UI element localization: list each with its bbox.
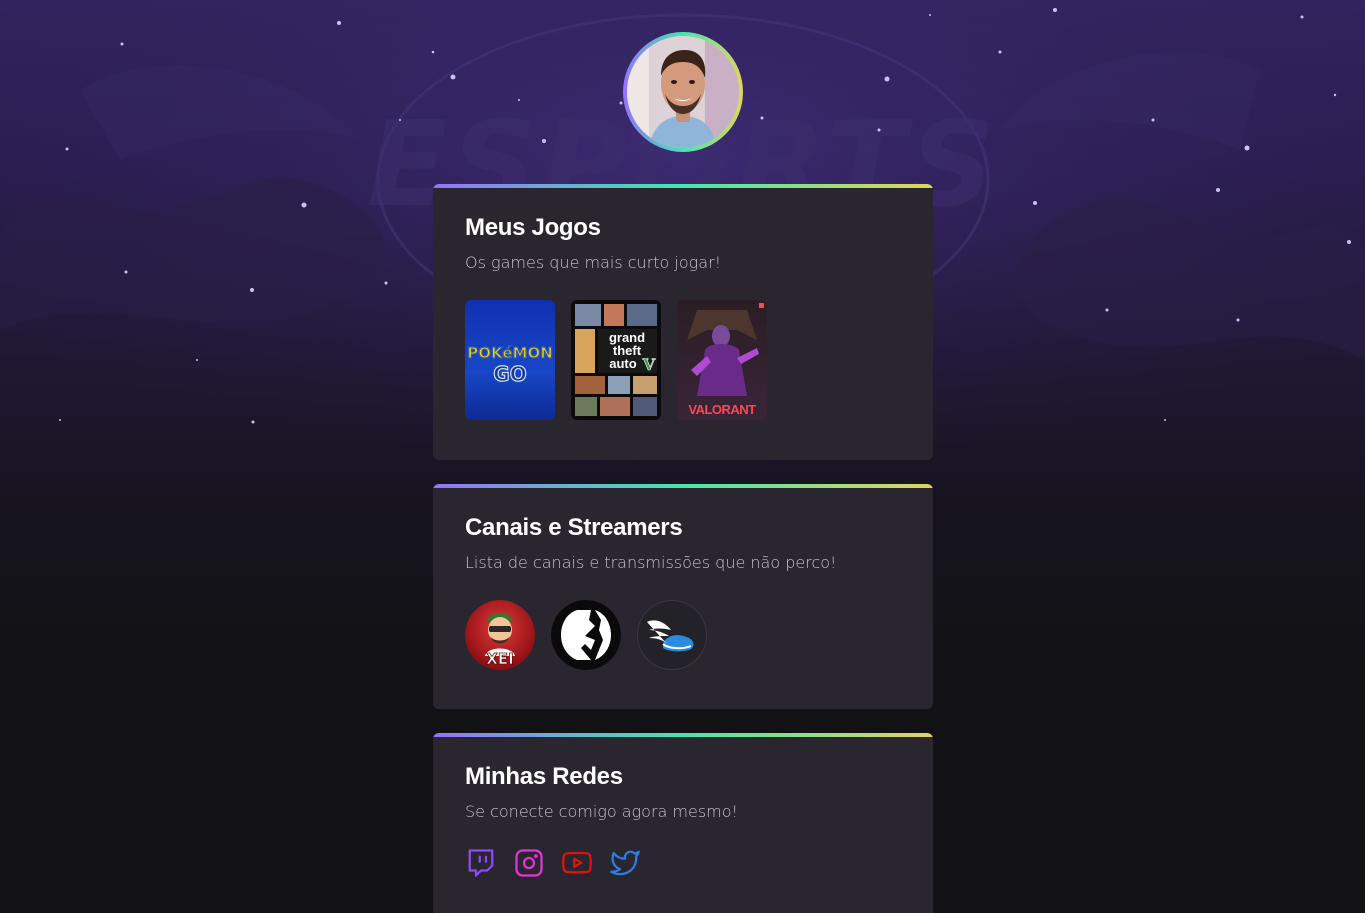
- social-title: Minhas Redes: [465, 763, 623, 790]
- twitter-link[interactable]: [609, 847, 641, 879]
- youtube-icon: [562, 851, 592, 874]
- twitch-icon: [468, 849, 494, 877]
- games-list: POKéMON GO grand theft auto V VALORANT: [465, 300, 767, 420]
- gta-logo-word-3: auto: [609, 356, 637, 371]
- pokemon-logo-text: POKéMON: [467, 344, 553, 362]
- winged-shoe-logo[interactable]: [637, 600, 707, 670]
- valorant-logo-text: VALORANT: [688, 402, 756, 417]
- game-pokemon-go[interactable]: POKéMON GO: [465, 300, 555, 420]
- streamers-title: Canais e Streamers: [465, 514, 683, 541]
- game-valorant[interactable]: VALORANT: [677, 300, 767, 420]
- twitch-link[interactable]: [465, 847, 497, 879]
- streamers-subtitle: Lista de canais e transmissões que não p…: [465, 553, 837, 572]
- twitter-icon: [610, 850, 640, 876]
- pokemon-go-text: GO: [493, 362, 526, 386]
- youtube-link[interactable]: [561, 847, 593, 879]
- xei-channel-avatar[interactable]: XEI: [465, 600, 535, 670]
- social-card: Minhas Redes Se conecte comigo agora mes…: [433, 733, 933, 913]
- games-card: Meus Jogos Os games que mais curto jogar…: [433, 184, 933, 460]
- person-avatar: [627, 36, 739, 148]
- social-links: [465, 847, 641, 879]
- gta-logo-numeral: V: [642, 355, 656, 374]
- games-title: Meus Jogos: [465, 214, 601, 241]
- streamers-card: Canais e Streamers Lista de canais e tra…: [433, 484, 933, 709]
- xei-label: XEI: [486, 650, 513, 668]
- streamers-list: XEI: [465, 600, 707, 670]
- instagram-link[interactable]: [513, 847, 545, 879]
- instagram-icon: [515, 849, 543, 877]
- page: ESPORTS Meus Jogos Os games que mais cur…: [0, 0, 1365, 913]
- games-subtitle: Os games que mais curto jogar!: [465, 253, 722, 272]
- social-subtitle: Se conecte comigo agora mesmo!: [465, 802, 738, 821]
- black-channel-logo[interactable]: [551, 600, 621, 670]
- game-gta-v[interactable]: grand theft auto V: [571, 300, 661, 420]
- profile-avatar: [623, 32, 743, 152]
